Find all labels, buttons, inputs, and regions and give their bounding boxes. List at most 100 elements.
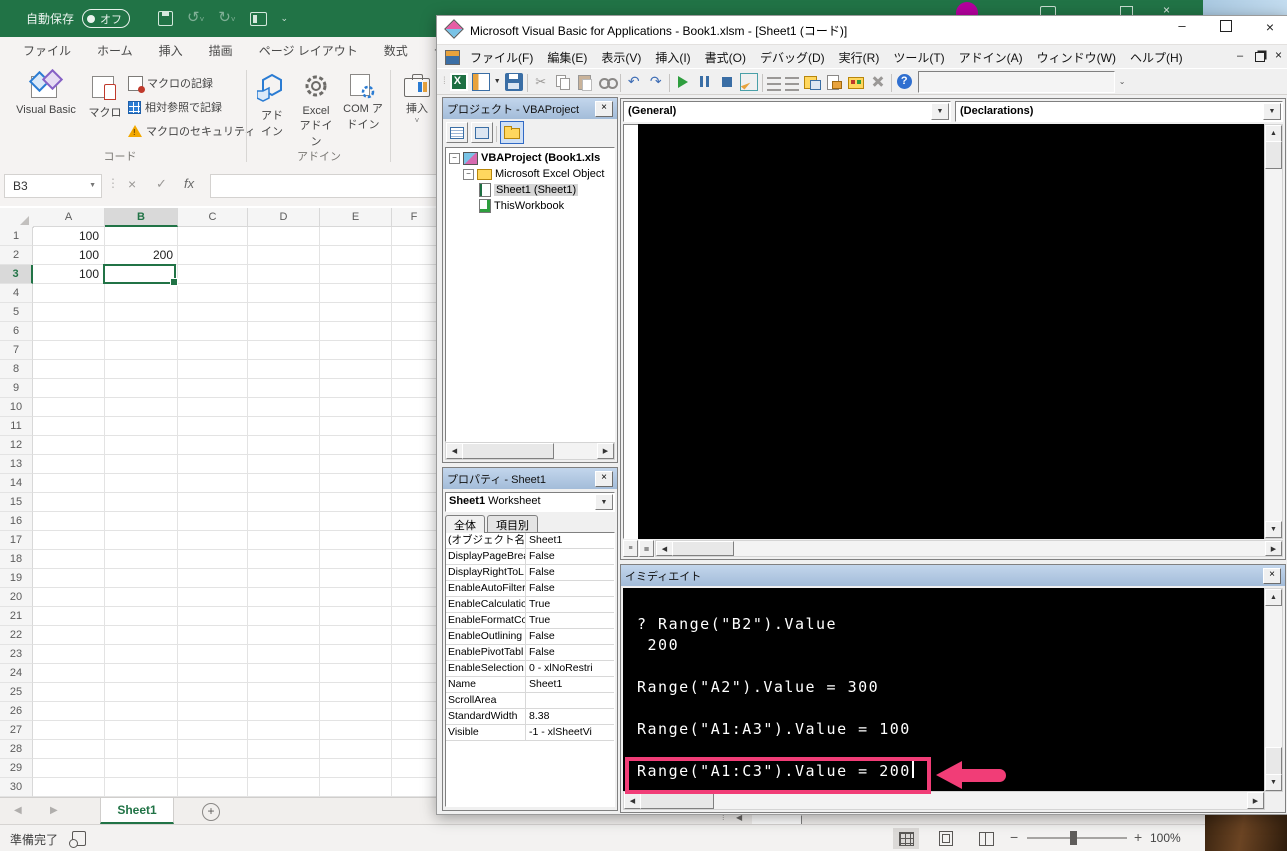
insert-addin-button[interactable]: 挿入 ˅ — [398, 72, 436, 125]
property-row[interactable]: DisplayPageBrea False — [446, 549, 614, 565]
save-icon[interactable] — [504, 72, 523, 91]
menu-item[interactable]: 挿入(I) — [648, 45, 697, 70]
fill-handle[interactable] — [170, 278, 178, 286]
property-value[interactable]: False — [526, 581, 614, 596]
row-header[interactable]: 29 — [0, 759, 33, 778]
reset-icon[interactable] — [718, 73, 736, 91]
property-row[interactable]: Visible -1 - xlSheetVi — [446, 725, 614, 741]
property-value[interactable]: -1 - xlSheetVi — [526, 725, 614, 740]
child-minimize-icon[interactable]: – — [1237, 50, 1243, 62]
row-header[interactable]: 6 — [0, 322, 33, 341]
ribbon-tab[interactable]: 挿入 — [146, 36, 196, 65]
call-stack-icon[interactable] — [784, 72, 799, 91]
name-box[interactable]: B3 ▼ — [4, 174, 102, 198]
cell-a3[interactable]: 100 — [33, 265, 99, 284]
redo-icon[interactable]: ↷ — [647, 73, 665, 91]
procedure-view-icon[interactable]: ≡ — [623, 540, 638, 557]
tab-alphabetic[interactable]: 全体 — [445, 515, 485, 533]
macros-button[interactable]: マクロ — [86, 72, 124, 120]
row-header[interactable]: 23 — [0, 645, 33, 664]
cell-a1[interactable]: 100 — [33, 227, 99, 246]
immediate-titlebar[interactable]: イミディエイト × — [621, 565, 1285, 586]
row-header[interactable]: 26 — [0, 702, 33, 721]
column-header-e[interactable]: E — [320, 208, 392, 227]
selection-box[interactable] — [103, 264, 178, 286]
property-row[interactable]: DisplayRightToL False — [446, 565, 614, 581]
row-header[interactable]: 20 — [0, 588, 33, 607]
menu-item[interactable]: ファイル(F) — [463, 45, 540, 70]
undo-icon[interactable]: ↶ — [625, 73, 643, 91]
toolbox-icon[interactable] — [847, 73, 865, 91]
column-header-c[interactable]: C — [178, 208, 248, 227]
procedure-dropdown-icon[interactable]: ▼ — [1263, 103, 1281, 120]
row-header[interactable]: 30 — [0, 778, 33, 797]
collapse-icon[interactable]: − — [463, 168, 474, 180]
sheet-tab-active[interactable]: Sheet1 — [100, 798, 174, 824]
tab-categorized[interactable]: 項目別 — [487, 515, 538, 533]
row-header[interactable]: 10 — [0, 398, 33, 417]
ribbon-tab[interactable]: 描画 — [196, 36, 246, 65]
property-value[interactable]: False — [526, 549, 614, 564]
touch-mouse-mode-icon[interactable] — [249, 11, 267, 26]
row-header[interactable]: 21 — [0, 607, 33, 626]
zoom-in-button[interactable]: + — [1134, 829, 1142, 845]
cell-grid[interactable]: 100 100 100 200 — [33, 227, 436, 797]
procedure-dropdown[interactable]: (Declarations) ▼ — [955, 101, 1283, 122]
name-box-dropdown-icon[interactable]: ▼ — [89, 182, 96, 189]
com-addins-button[interactable]: COM アドイン — [342, 72, 384, 132]
scroll-up-icon[interactable]: ▲ — [1265, 589, 1282, 606]
property-value[interactable] — [526, 693, 614, 708]
row-header[interactable]: 24 — [0, 664, 33, 683]
vba-titlebar[interactable]: Microsoft Visual Basic for Applications … — [437, 16, 1287, 44]
immediate-vscrollbar[interactable]: ▲ ▼ — [1264, 588, 1283, 792]
menu-item[interactable]: 実行(R) — [832, 45, 887, 70]
procedure-list-icon[interactable] — [766, 72, 781, 91]
menu-item[interactable]: 表示(V) — [594, 45, 648, 70]
redo-icon[interactable]: ↻˅ — [218, 10, 235, 27]
save-icon[interactable] — [158, 11, 174, 26]
column-header-d[interactable]: D — [248, 208, 320, 227]
menu-item[interactable]: デバッグ(D) — [753, 45, 832, 70]
property-row[interactable]: EnableCalculatio True — [446, 597, 614, 613]
vba-minimize-icon[interactable]: – — [1165, 18, 1199, 33]
row-header[interactable]: 15 — [0, 493, 33, 512]
row-header[interactable]: 25 — [0, 683, 33, 702]
property-row[interactable]: EnableFormatCo True — [446, 613, 614, 629]
property-row[interactable]: EnablePivotTabl False — [446, 645, 614, 661]
menu-item[interactable]: 編集(E) — [540, 45, 594, 70]
addins-button[interactable]: アドイン — [254, 72, 290, 139]
row-header[interactable]: 7 — [0, 341, 33, 360]
formula-input[interactable] — [210, 174, 438, 198]
scroll-thumb[interactable] — [672, 541, 734, 556]
row-header[interactable]: 3 — [0, 265, 33, 284]
property-value[interactable]: True — [526, 597, 614, 612]
row-header[interactable]: 17 — [0, 531, 33, 550]
paste-icon[interactable] — [576, 73, 594, 91]
page-layout-view-button[interactable] — [933, 828, 959, 849]
new-sheet-button[interactable]: + — [202, 803, 220, 821]
code-hscrollbar[interactable]: ◀ ▶ — [655, 540, 1283, 557]
tree-node-thisworkbook[interactable]: ThisWorkbook — [449, 198, 614, 214]
row-header[interactable]: 14 — [0, 474, 33, 493]
scroll-right-icon[interactable]: ▶ — [1247, 792, 1264, 809]
property-row[interactable]: (オブジェクト名) Sheet1 — [446, 533, 614, 549]
object-dropdown-icon[interactable]: ▼ — [931, 103, 949, 120]
property-value[interactable]: Sheet1 — [526, 533, 614, 548]
scroll-up-icon[interactable]: ▲ — [1265, 125, 1282, 142]
properties-close-icon[interactable]: × — [595, 470, 613, 487]
property-value[interactable]: False — [526, 645, 614, 660]
row-header[interactable]: 1 — [0, 227, 33, 246]
view-object-icon[interactable] — [471, 121, 493, 143]
page-break-view-button[interactable] — [973, 828, 999, 849]
scroll-thumb[interactable] — [640, 792, 714, 809]
tree-node-sheet1[interactable]: Sheet1 (Sheet1) — [449, 182, 614, 198]
column-header-b[interactable]: B — [105, 208, 178, 227]
menu-item[interactable]: ツール(T) — [886, 45, 951, 70]
row-header[interactable]: 11 — [0, 417, 33, 436]
sheet-nav-right-icon[interactable]: ▶ — [50, 805, 58, 816]
row-header[interactable]: 9 — [0, 379, 33, 398]
scroll-left-icon[interactable]: ◀ — [656, 541, 673, 556]
sheet-nav-left-icon[interactable]: ◀ — [14, 805, 22, 816]
find-icon[interactable] — [598, 73, 618, 91]
project-titlebar[interactable]: プロジェクト - VBAProject × — [443, 98, 617, 119]
